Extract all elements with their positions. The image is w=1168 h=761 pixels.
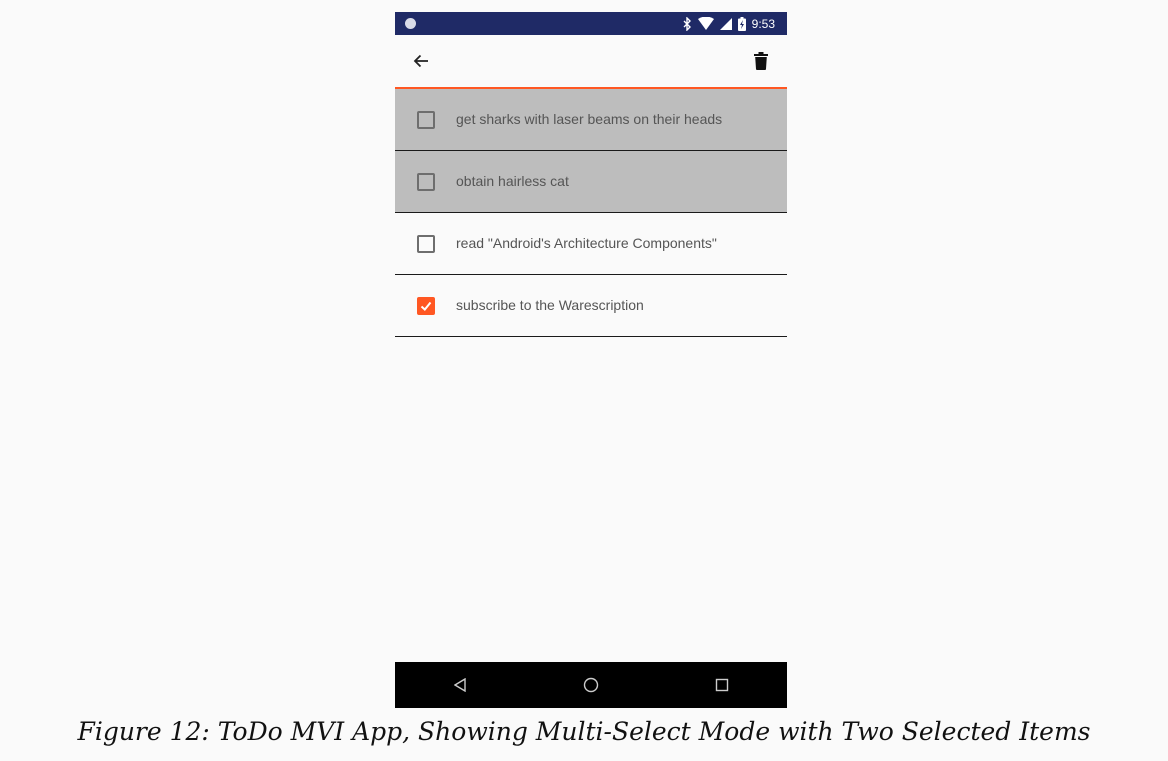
trash-icon xyxy=(754,52,768,70)
item-checkbox[interactable] xyxy=(417,297,435,315)
arrow-back-icon xyxy=(413,54,428,68)
item-checkbox[interactable] xyxy=(417,235,435,253)
action-mode-toolbar xyxy=(395,35,787,89)
item-label: subscribe to the Warescription xyxy=(456,297,644,313)
delete-button[interactable] xyxy=(747,47,775,75)
navigation-bar xyxy=(395,662,787,708)
notification-dot-icon xyxy=(405,18,416,29)
status-icons: 9:53 xyxy=(683,15,775,32)
back-button[interactable] xyxy=(407,47,435,75)
item-label: obtain hairless cat xyxy=(456,173,569,189)
phone-screen: 9:53 get sharks with laser beams on thei… xyxy=(395,12,787,708)
clock-text: 9:53 xyxy=(751,16,775,31)
status-bar: 9:53 xyxy=(395,12,787,35)
back-triangle-icon xyxy=(454,678,467,692)
item-checkbox[interactable] xyxy=(417,173,435,191)
nav-recents-button[interactable] xyxy=(702,665,742,705)
item-checkbox[interactable] xyxy=(417,111,435,129)
item-label: get sharks with laser beams on their hea… xyxy=(456,111,723,127)
battery-charging-icon xyxy=(737,16,746,31)
list-item[interactable]: obtain hairless cat xyxy=(395,151,787,213)
checkmark-icon xyxy=(420,301,432,311)
list-item[interactable]: subscribe to the Warescription xyxy=(395,275,787,337)
item-label: read "Android's Architecture Components" xyxy=(456,235,717,251)
todo-list: get sharks with laser beams on their hea… xyxy=(395,89,787,337)
signal-icon xyxy=(719,17,732,30)
home-circle-icon xyxy=(583,677,599,693)
nav-home-button[interactable] xyxy=(571,665,611,705)
recents-square-icon xyxy=(715,678,728,692)
bluetooth-icon xyxy=(683,16,692,31)
figure-caption: Figure 12: ToDo MVI App, Showing Multi-S… xyxy=(77,717,1091,746)
list-item[interactable]: get sharks with laser beams on their hea… xyxy=(395,89,787,151)
nav-back-button[interactable] xyxy=(440,665,480,705)
list-item[interactable]: read "Android's Architecture Components" xyxy=(395,213,787,275)
wifi-icon xyxy=(697,17,714,30)
